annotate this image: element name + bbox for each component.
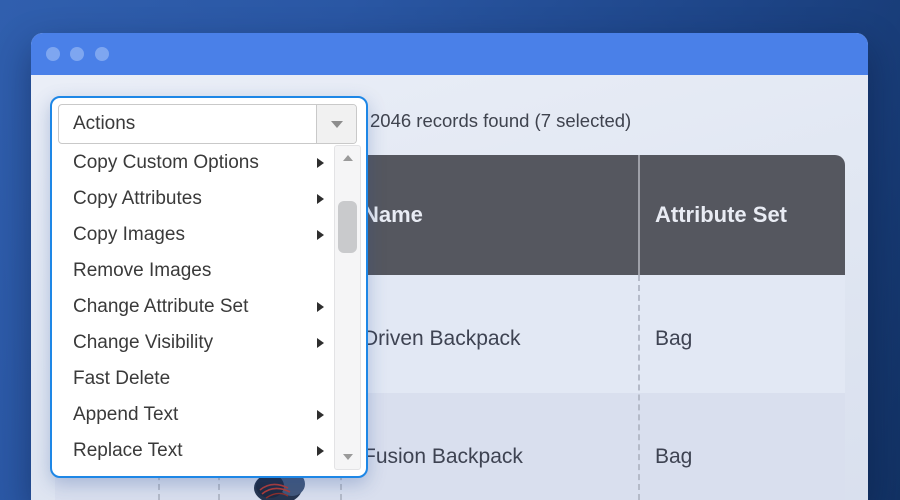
menu-item-copy-attributes[interactable]: Copy Attributes xyxy=(56,181,332,217)
menu-item-label: Copy Attributes xyxy=(73,188,202,209)
actions-select-toggle-button[interactable] xyxy=(316,105,356,143)
menu-item-change-attribute-set[interactable]: Change Attribute Set xyxy=(56,289,332,325)
submenu-arrow-icon xyxy=(317,230,324,240)
menu-item-replace-text[interactable]: Replace Text xyxy=(56,433,332,469)
page-content: 2046 records found (7 selected) Name Att… xyxy=(31,75,868,500)
header-column-divider xyxy=(638,155,640,275)
column-divider xyxy=(638,275,640,500)
cell-name: Driven Backpack xyxy=(363,327,521,350)
column-header-attribute-set[interactable]: Attribute Set xyxy=(655,201,787,229)
window-control-dot[interactable] xyxy=(95,47,109,61)
menu-item-change-visibility[interactable]: Change Visibility xyxy=(56,325,332,361)
submenu-arrow-icon xyxy=(317,446,324,456)
menu-item-label: Fast Delete xyxy=(73,368,171,389)
column-header-name[interactable]: Name xyxy=(363,201,423,229)
menu-item-label: Change Visibility xyxy=(73,332,214,353)
menu-item-label: Copy Images xyxy=(73,224,185,245)
submenu-arrow-icon xyxy=(317,158,324,168)
window-control-dot[interactable] xyxy=(70,47,84,61)
cell-attribute-set: Bag xyxy=(655,327,693,350)
scrollbar-thumb[interactable] xyxy=(338,201,357,253)
menu-item-remove-images[interactable]: Remove Images xyxy=(56,253,332,289)
menu-scrollbar[interactable] xyxy=(334,145,361,470)
actions-dropdown-panel: Actions Copy Custom Options Copy Attribu… xyxy=(50,96,368,478)
actions-select-label: Actions xyxy=(73,113,136,134)
records-summary: 2046 records found (7 selected) xyxy=(370,110,632,131)
menu-item-label: Replace Text xyxy=(73,440,183,461)
menu-item-label: Remove Images xyxy=(73,260,212,281)
chevron-down-icon xyxy=(330,121,343,128)
actions-select[interactable]: Actions xyxy=(58,104,357,144)
menu-item-append-text[interactable]: Append Text xyxy=(56,397,332,433)
scroll-up-icon[interactable] xyxy=(342,155,353,161)
submenu-arrow-icon xyxy=(317,410,324,420)
menu-item-label: Change Attribute Set xyxy=(73,296,249,317)
menu-item-fast-delete[interactable]: Fast Delete xyxy=(56,361,332,397)
menu-item-label: Append Text xyxy=(73,404,179,425)
submenu-arrow-icon xyxy=(317,302,324,312)
cell-name: Fusion Backpack xyxy=(363,445,523,468)
submenu-arrow-icon xyxy=(317,194,324,204)
browser-window: 2046 records found (7 selected) Name Att… xyxy=(31,33,868,500)
menu-item-label: Copy Custom Options xyxy=(73,152,259,173)
menu-item-copy-images[interactable]: Copy Images xyxy=(56,217,332,253)
window-control-dot[interactable] xyxy=(46,47,60,61)
window-titlebar xyxy=(31,33,868,75)
submenu-arrow-icon xyxy=(317,338,324,348)
backdrop: 2046 records found (7 selected) Name Att… xyxy=(0,0,900,500)
cell-attribute-set: Bag xyxy=(655,445,693,468)
scroll-down-icon[interactable] xyxy=(342,454,353,460)
actions-menu: Copy Custom Options Copy Attributes Copy… xyxy=(56,145,332,469)
menu-item-copy-custom-options[interactable]: Copy Custom Options xyxy=(56,145,332,181)
